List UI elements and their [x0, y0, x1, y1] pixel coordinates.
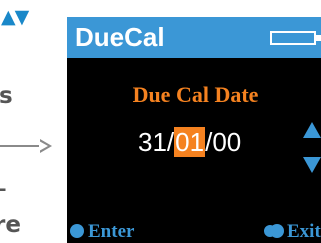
cropped-text-s: s: [0, 83, 13, 109]
date-field[interactable]: 31/01/00: [138, 127, 241, 157]
date-day[interactable]: 31: [138, 127, 167, 157]
double-dot-icon: [263, 224, 285, 238]
cropped-text-re: re: [0, 212, 21, 238]
single-dot-icon: [70, 224, 84, 238]
enter-softkey[interactable]: Enter: [70, 221, 134, 243]
callout-arrow-line: [0, 145, 42, 147]
exit-softkey[interactable]: Exit: [263, 221, 321, 243]
callout-arrow-icon: [39, 139, 52, 153]
title-bar: DueCal: [67, 17, 321, 58]
date-separator: /: [166, 127, 175, 157]
screen-heading: Due Cal Date: [132, 82, 259, 107]
enter-label: Enter: [88, 221, 135, 242]
device-screen: DueCal Due Cal Date 31/01/00 Enter Exit: [67, 17, 321, 243]
app-title: DueCal: [75, 22, 165, 52]
date-month-selected[interactable]: 01: [174, 127, 206, 157]
exit-label: Exit: [287, 221, 321, 242]
nav-arrows-glyph: ▲▼: [1, 6, 29, 28]
cropped-text-dash: -: [0, 181, 6, 199]
date-separator: /: [205, 127, 213, 157]
date-year[interactable]: 00: [212, 127, 241, 157]
down-arrow-icon[interactable]: [303, 157, 321, 173]
up-arrow-icon[interactable]: [303, 122, 321, 138]
battery-icon: [270, 31, 321, 45]
